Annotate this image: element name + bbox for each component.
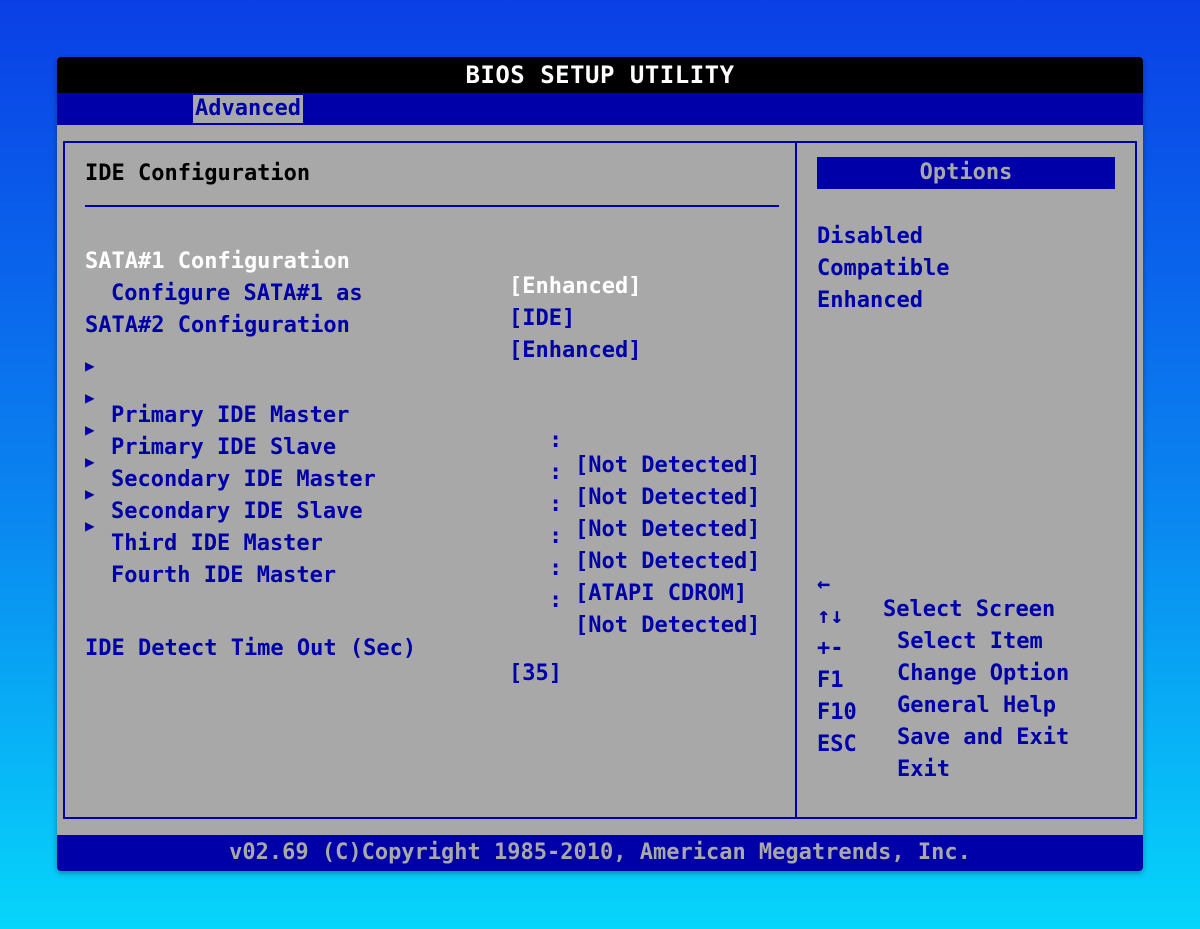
bios-title: BIOS SETUP UTILITY xyxy=(465,61,735,89)
submenu-value: [Not Detected] xyxy=(575,485,761,510)
help-desc: General Help xyxy=(897,693,1056,718)
submenu-arrow-icon: ▶ xyxy=(85,356,95,375)
submenu-label: Fourth IDE Master xyxy=(111,563,337,588)
settings-panel: IDE Configuration SATA#1 Configuration [… xyxy=(63,141,797,819)
setting-label: SATA#2 Configuration xyxy=(85,313,350,338)
setting-value: [Enhanced] xyxy=(509,338,642,363)
setting-label: Configure SATA#1 as xyxy=(111,281,363,306)
copyright-text: v02.69 (C)Copyright 1985-2010, American … xyxy=(229,840,971,865)
option-compatible: Compatible xyxy=(817,256,950,281)
esc-key: ESC xyxy=(817,732,857,757)
help-desc: Save and Exit xyxy=(897,725,1070,750)
submenu-value: [Not Detected] xyxy=(575,613,761,638)
tab-advanced[interactable]: Advanced xyxy=(193,95,303,123)
submenu-value: [Not Detected] xyxy=(575,453,761,478)
option-disabled: Disabled xyxy=(817,224,923,249)
submenu-arrow-icon: ▶ xyxy=(85,484,95,503)
setting-value: [IDE] xyxy=(509,306,576,331)
setting-label: IDE Detect Time Out (Sec) xyxy=(85,636,417,661)
submenu-label: Secondary IDE Slave xyxy=(111,499,363,524)
separator: : xyxy=(549,524,563,549)
help-desc: Exit xyxy=(897,757,950,782)
submenu-arrow-icon: ▶ xyxy=(85,452,95,471)
options-header: Options xyxy=(817,157,1115,189)
submenu-label: Primary IDE Slave xyxy=(111,435,337,460)
submenu-arrow-icon: ▶ xyxy=(85,516,95,535)
menu-bar: Advanced xyxy=(57,93,1143,125)
copyright-footer: v02.69 (C)Copyright 1985-2010, American … xyxy=(57,835,1143,871)
submenu-arrow-icon: ▶ xyxy=(85,420,95,439)
separator: : xyxy=(549,428,563,453)
help-exit: ESC Exit xyxy=(817,707,950,807)
submenu-label: Primary IDE Master xyxy=(111,403,350,428)
separator: : xyxy=(549,460,563,485)
heading-divider xyxy=(85,205,779,207)
option-enhanced: Enhanced xyxy=(817,288,923,313)
help-desc: Select Item xyxy=(897,629,1043,654)
title-bar: BIOS SETUP UTILITY xyxy=(57,57,1143,93)
setting-ide-detect-timeout[interactable]: IDE Detect Time Out (Sec) [35] xyxy=(65,611,562,711)
bios-window: BIOS SETUP UTILITY Advanced IDE Configur… xyxy=(57,57,1143,871)
options-panel: Options Disabled Compatible Enhanced ← S… xyxy=(795,141,1137,819)
submenu-label: Secondary IDE Master xyxy=(111,467,376,492)
submenu-value: [ATAPI CDROM] xyxy=(575,581,748,606)
setting-value: [Enhanced] xyxy=(509,274,642,299)
page-title: IDE Configuration xyxy=(85,161,311,186)
separator: : xyxy=(549,588,563,613)
submenu-arrow-icon: ▶ xyxy=(85,388,95,407)
help-desc: Change Option xyxy=(897,661,1070,686)
submenu-value: [Not Detected] xyxy=(575,517,761,542)
separator: : xyxy=(549,492,563,517)
separator: : xyxy=(549,556,563,581)
submenu-value: [Not Detected] xyxy=(575,549,761,574)
help-desc: Select Screen xyxy=(883,597,1056,622)
setting-value: [35] xyxy=(509,661,562,686)
